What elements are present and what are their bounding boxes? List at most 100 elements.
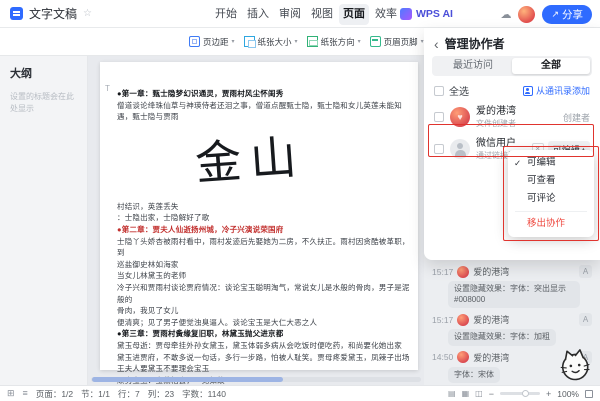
document-area: T ●第一章：甄士隐梦幻识通灵，贾雨村风尘怀闺秀僧道谈论绛珠仙草与神瑛侍者还泪之…: [88, 56, 424, 385]
add-from-contacts-link[interactable]: 从通讯录添加: [523, 84, 590, 97]
ink-annotation: 金山: [193, 120, 307, 194]
history-entry-header: 15:17爱的港湾A: [432, 313, 592, 326]
size-icon: [244, 36, 255, 47]
ribbon-item-margins[interactable]: 页边距▾: [186, 34, 238, 50]
cursor-marker: T: [105, 84, 110, 93]
web-view-icon[interactable]: ◫: [475, 389, 483, 398]
user-avatar[interactable]: [518, 6, 535, 23]
back-icon[interactable]: ‹: [434, 38, 439, 50]
titlebar-right: ☁ ↗ 分享: [500, 0, 592, 28]
format-icon[interactable]: A: [579, 313, 592, 326]
permission-menu-item[interactable]: 移出协作: [508, 215, 594, 233]
chevron-down-icon: ▾: [358, 38, 361, 45]
statusbar: ⊞ ≡ 页面：1/2节：1/1行：7列：23字数：1140 ▤ ▦ ◫ − + …: [0, 385, 600, 401]
document-title: 文字文稿: [29, 5, 77, 22]
hf-icon: [370, 36, 381, 47]
select-all-row: 全选 从通讯录添加: [424, 76, 600, 101]
menu-tab[interactable]: 效率: [371, 4, 401, 25]
margins-icon: [189, 36, 200, 47]
page-view-icon[interactable]: ▦: [462, 389, 470, 398]
collab-tab[interactable]: 全部: [512, 58, 590, 74]
doc-line: 僧道谈论绛珠仙草与神瑛侍者还泪之事，僧道点醒甄士隐，甄士隐和女儿英莲未能知遇，甄…: [117, 100, 410, 123]
zoom-in-button[interactable]: +: [546, 389, 551, 399]
menu-tab[interactable]: 插入: [243, 4, 273, 25]
member-name: 微信用户: [476, 138, 524, 149]
grid-icon[interactable]: ⊞: [7, 389, 15, 398]
timestamp: 15:17: [432, 267, 453, 277]
zoom-value[interactable]: 100%: [557, 389, 579, 399]
menu-tab[interactable]: 开始: [211, 4, 241, 25]
document-page[interactable]: T ●第一章：甄士隐梦幻识通灵，贾雨村风尘怀闺秀僧道谈论绛珠仙草与神瑛侍者还泪之…: [100, 62, 418, 370]
outline-title: 大纲: [0, 56, 87, 81]
permission-dropdown-menu: 可编辑可查看可评论移出协作: [508, 150, 594, 237]
format-icon[interactable]: A: [579, 265, 592, 278]
status-item: 页面：1/2: [36, 388, 73, 400]
menu-tab[interactable]: 页面: [339, 4, 369, 25]
member-checkbox[interactable]: [434, 144, 444, 154]
add-from-contacts-label: 从通讯录添加: [536, 84, 590, 97]
doc-line: 当女儿林黛玉的老师: [117, 270, 410, 282]
collab-tab[interactable]: 最近访问: [434, 58, 512, 74]
permission-menu-item[interactable]: 可评论: [508, 190, 594, 208]
status-items: 页面：1/2节：1/1行：7列：23字数：1140: [36, 388, 226, 400]
member-checkbox[interactable]: [434, 112, 444, 122]
share-label: 分享: [562, 7, 583, 22]
doc-line: ●第二章：贾夫人仙逝扬州城，冷子兴演说荣国府: [117, 224, 410, 236]
permission-menu-item[interactable]: 可编辑: [508, 154, 594, 172]
ribbon-item-size[interactable]: 纸张大小▾: [241, 34, 301, 50]
titlebar: 文字文稿 ☆ 开始插入审阅视图页面效率 WPS AI ☁ ↗ 分享: [0, 0, 600, 28]
cloud-sync-icon[interactable]: ☁: [500, 8, 511, 21]
outline-placeholder: 设置的标题会在此处显示: [0, 81, 87, 115]
statusbar-right: ▤ ▦ ◫ − + 100%: [448, 389, 593, 399]
avatar: [457, 314, 469, 326]
zoom-slider[interactable]: [500, 392, 540, 395]
menu-tabs: 开始插入审阅视图页面效率: [210, 0, 402, 28]
ribbon-item-orient[interactable]: 纸张方向▾: [304, 34, 364, 50]
history-entry: 15:17爱的港湾A设置隐藏效果：字体：加粗: [432, 313, 592, 346]
user-name: 爱的港湾: [473, 313, 509, 326]
wps-ai-button[interactable]: WPS AI: [400, 0, 453, 28]
history-entry-text: 字体：宋体: [448, 367, 500, 384]
scrollbar-thumb[interactable]: [92, 377, 283, 382]
member-info: 爱的港湾文件创建者: [476, 106, 516, 128]
chevron-down-icon: ▾: [232, 38, 235, 45]
menu-tab[interactable]: 审阅: [275, 4, 305, 25]
chevron-down-icon: ▾: [295, 38, 298, 45]
ribbon-item-label: 纸张大小: [258, 36, 292, 48]
member-row[interactable]: 爱的港湾文件创建者创建者: [424, 101, 600, 133]
wps-ai-icon: [400, 8, 412, 20]
cat-doodle-sticker[interactable]: [553, 343, 597, 387]
status-item: 字数：1140: [182, 388, 226, 400]
horizontal-scrollbar[interactable]: [91, 377, 421, 382]
avatar: [450, 107, 470, 127]
member-desc: 文件创建者: [476, 119, 516, 128]
history-entry-text: 设置隐藏效果：字体：突出显示#008000: [448, 281, 580, 308]
doc-line: ●第三章：贾雨村夤缘复旧职，林黛玉抛父进京都: [117, 328, 410, 340]
ribbon-item-hf[interactable]: 页眉页脚▾: [367, 34, 427, 50]
zoom-out-button[interactable]: −: [489, 389, 494, 399]
star-icon[interactable]: ☆: [83, 8, 92, 19]
doc-line: 黛玉进贾府，不敢多说一句话，多行一步路，怕被人耻笑。贾母疼爱黛玉，凤辣子出场: [117, 352, 410, 364]
member-name: 爱的港湾: [476, 106, 516, 117]
select-all-checkbox[interactable]: [434, 86, 444, 96]
doc-line: 黛玉母逝：贾母牵挂外孙女黛玉，黛玉体弱多病从会吃饭时便吃药，和尚要化她出家: [117, 340, 410, 352]
share-button[interactable]: ↗ 分享: [542, 5, 592, 24]
permission-menu-item[interactable]: 可查看: [508, 172, 594, 190]
history-entry-text: 设置隐藏效果：字体：加粗: [448, 329, 556, 346]
doc-line: ●第一章：甄士隐梦幻识通灵，贾雨村风尘怀闺秀: [117, 88, 410, 100]
menu-tab[interactable]: 视图: [307, 4, 337, 25]
wps-ai-label: WPS AI: [416, 8, 453, 20]
doc-line: 巡盐御史林如海家: [117, 259, 410, 271]
collaborator-panel-header: ‹ 管理协作者: [424, 28, 600, 56]
doc-line: 王夫人要黛玉不要理会宝玉: [117, 363, 410, 375]
outline-panel: 大纲 设置的标题会在此处显示: [0, 56, 88, 385]
zoom-slider-thumb[interactable]: [522, 390, 529, 397]
user-name: 爱的港湾: [473, 265, 509, 278]
user-name: 爱的港湾: [473, 351, 509, 364]
list-icon[interactable]: ≡: [23, 389, 28, 398]
ribbon-item-label: 页眉页脚: [384, 36, 418, 48]
read-view-icon[interactable]: ▤: [448, 389, 456, 398]
app-window: 文字文稿 ☆ 开始插入审阅视图页面效率 WPS AI ☁ ↗ 分享 页边距▾纸张…: [0, 0, 600, 401]
doc-line: 村结识，英莲丢失: [117, 201, 410, 213]
fit-page-icon[interactable]: [585, 390, 593, 398]
